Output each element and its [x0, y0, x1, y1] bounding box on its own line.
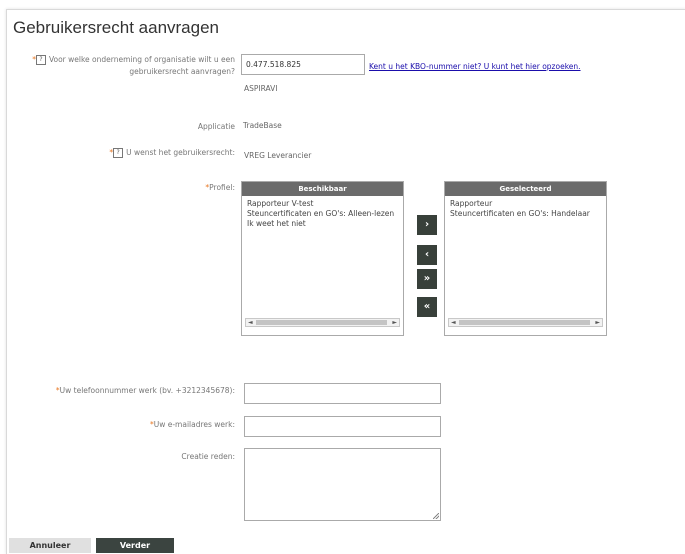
phone-label: *Uw telefoonnummer werk (bv. +3212345678…	[56, 385, 235, 397]
scroll-right-icon[interactable]: ►	[392, 319, 397, 326]
resize-grip-icon[interactable]	[433, 513, 439, 519]
selected-list-header: Geselecteerd	[445, 182, 606, 196]
help-icon[interactable]: ?	[113, 148, 124, 158]
organisation-label: *? Voor welke onderneming of organisatie …	[32, 54, 235, 78]
add-all-button[interactable]: »	[417, 269, 437, 289]
list-item[interactable]: Ik weet het niet	[247, 219, 398, 229]
reason-label: Creatie reden:	[181, 452, 235, 461]
user-right-value: VREG Leverancier	[244, 151, 312, 160]
scroll-thumb[interactable]	[256, 320, 387, 325]
available-list-header: Beschikbaar	[242, 182, 403, 196]
scroll-thumb[interactable]	[459, 320, 590, 325]
selected-list-body: Rapporteur Steuncertificaten en GO's: Ha…	[445, 196, 606, 222]
selected-profiles-list[interactable]: Geselecteerd Rapporteur Steuncertificate…	[444, 181, 607, 336]
page-title: Gebruikersrecht aanvragen	[13, 18, 220, 37]
remove-all-button[interactable]: «	[417, 297, 437, 317]
kbo-lookup-link[interactable]: Kent u het KBO-nummer niet? U kunt het h…	[369, 62, 581, 71]
list-item[interactable]: Steuncertificaten en GO's: Alleen-lezen	[247, 209, 398, 219]
next-button[interactable]: Verder	[96, 538, 174, 553]
email-label: *Uw e-mailadres werk:	[150, 419, 235, 431]
email-input[interactable]	[244, 416, 441, 437]
list-item[interactable]: Rapporteur V-test	[247, 199, 398, 209]
available-profiles-list[interactable]: Beschikbaar Rapporteur V-test Steuncerti…	[241, 181, 404, 336]
profile-label-text: Profiel:	[209, 183, 235, 192]
horizontal-scrollbar[interactable]: ◄ ►	[448, 318, 603, 327]
user-right-label-text: U wenst het gebruikersrecht:	[126, 148, 235, 157]
horizontal-scrollbar[interactable]: ◄ ►	[245, 318, 400, 327]
application-value: TradeBase	[243, 121, 282, 130]
scroll-left-icon[interactable]: ◄	[451, 319, 456, 326]
scroll-right-icon[interactable]: ►	[595, 319, 600, 326]
application-label: Applicatie	[197, 122, 235, 131]
phone-label-text: Uw telefoonnummer werk (bv. +3212345678)…	[59, 386, 235, 395]
organisation-number-input[interactable]	[241, 54, 365, 75]
user-right-label: *? U wenst het gebruikersrecht:	[109, 147, 235, 159]
email-label-text: Uw e-mailadres werk:	[153, 420, 235, 429]
available-list-body: Rapporteur V-test Steuncertificaten en G…	[242, 196, 403, 232]
organisation-label-line1: Voor welke onderneming of organisatie wi…	[48, 55, 235, 64]
phone-input[interactable]	[244, 383, 441, 404]
organisation-label-line2: gebruikersrecht aanvragen?	[129, 67, 235, 76]
cancel-button[interactable]: Annuleer	[9, 538, 91, 553]
help-icon[interactable]: ?	[35, 55, 46, 65]
profile-label: *Profiel:	[205, 182, 235, 194]
reason-textarea[interactable]	[244, 448, 441, 521]
list-item[interactable]: Rapporteur	[450, 199, 601, 209]
add-selected-button[interactable]: ›	[417, 215, 437, 235]
company-name: ASPIRAVI	[244, 84, 278, 93]
remove-selected-button[interactable]: ‹	[417, 245, 437, 265]
scroll-left-icon[interactable]: ◄	[248, 319, 253, 326]
list-item[interactable]: Steuncertificaten en GO's: Handelaar	[450, 209, 601, 219]
